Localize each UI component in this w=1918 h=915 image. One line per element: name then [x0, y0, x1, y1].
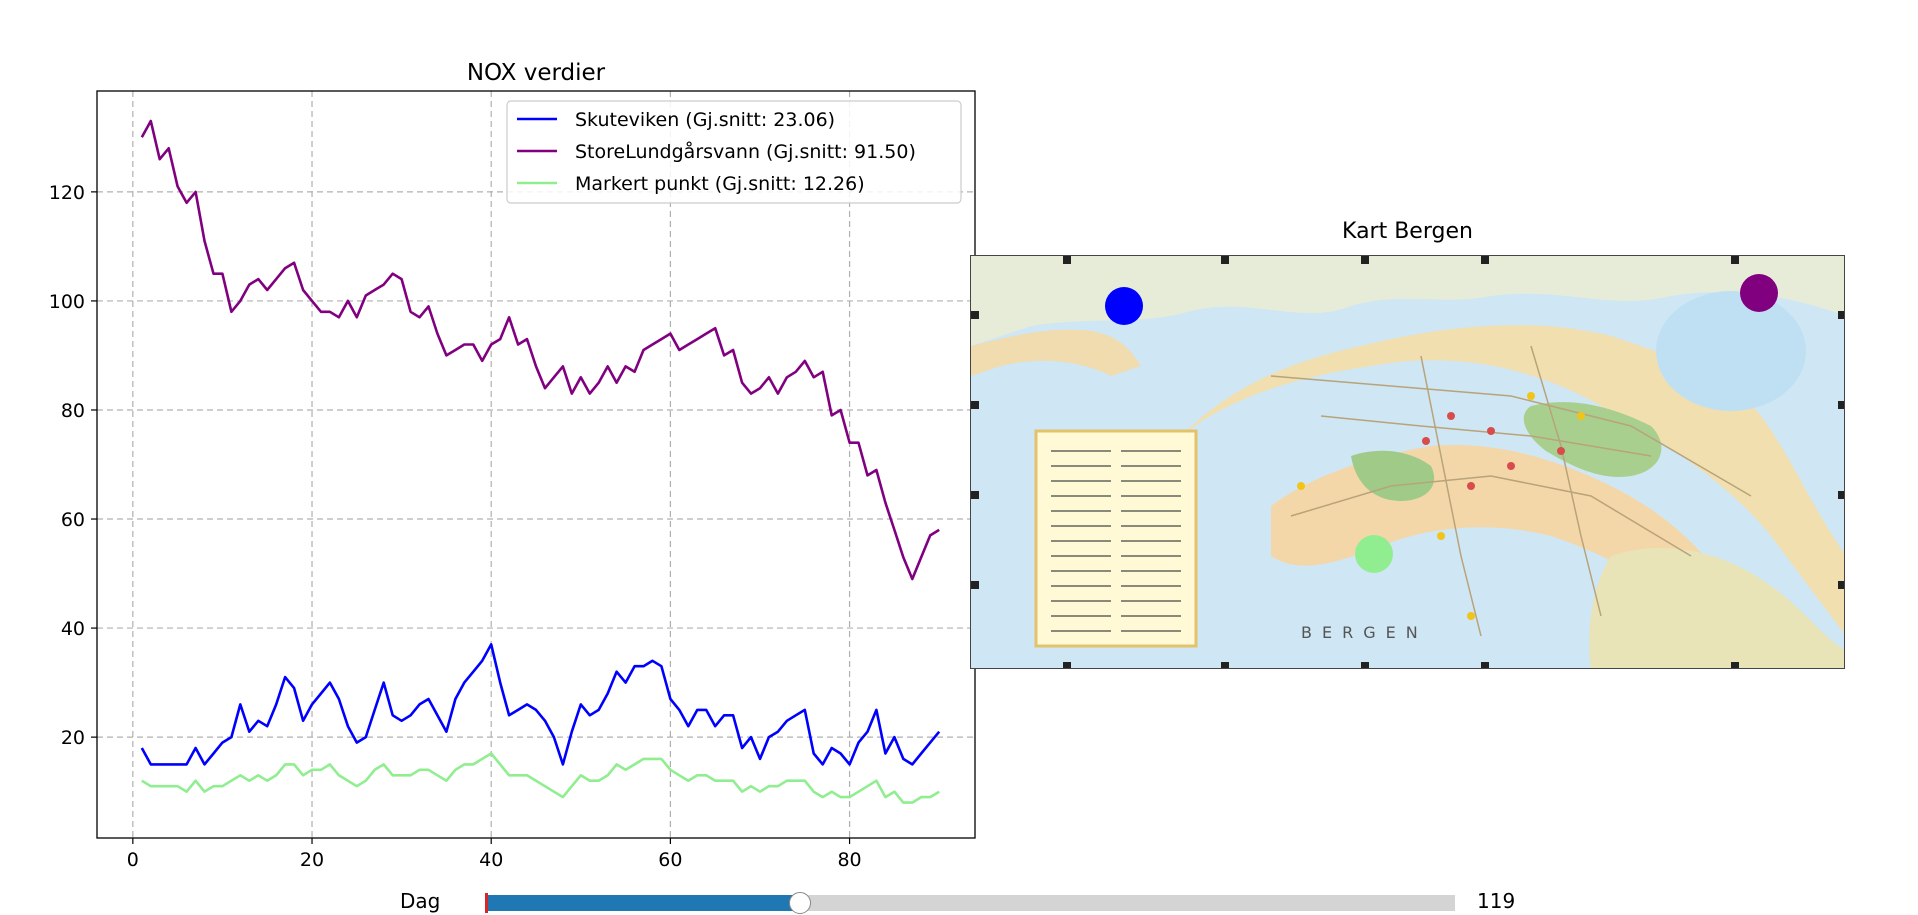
- day-slider-start-marker: [485, 893, 488, 913]
- bergen-map[interactable]: BERGEN: [970, 255, 1845, 669]
- slider-value: 119: [1477, 889, 1516, 913]
- map-image: BERGEN: [971, 256, 1844, 668]
- map-title: Kart Bergen: [1342, 219, 1473, 244]
- y-tick-label: 20: [61, 727, 85, 749]
- legend-label-3: Markert punkt (Gj.snitt: 12.26): [575, 173, 865, 195]
- x-tick-label: 60: [658, 849, 682, 871]
- day-slider-fill: [485, 895, 801, 911]
- y-tick-label: 120: [49, 182, 85, 204]
- map-marker-2[interactable]: [1739, 274, 1778, 313]
- x-tick-label: 20: [300, 849, 324, 871]
- chart-title: NOX verdier: [467, 60, 606, 86]
- y-tick-label: 60: [61, 509, 85, 531]
- legend-label-2: StoreLundgårsvann (Gj.snitt: 91.50): [575, 140, 916, 163]
- y-tick-label: 80: [61, 400, 85, 422]
- y-tick-label: 100: [49, 291, 85, 313]
- x-tick-label: 0: [127, 849, 139, 871]
- map-marker-3[interactable]: [1354, 535, 1393, 574]
- series-line-1: [140, 643, 941, 766]
- legend-label-1: Skuteviken (Gj.snitt: 23.06): [575, 109, 835, 131]
- y-tick-label: 40: [61, 618, 85, 640]
- map-city-label: BERGEN: [1301, 623, 1428, 642]
- nox-line-chart: 0 20 40 60 80 20 40 60 80 100 120 NOX verdier Skutev…: [49, 60, 976, 871]
- x-tick-label: 40: [479, 849, 503, 871]
- x-tick-label: 80: [837, 849, 861, 871]
- map-marker-1[interactable]: [1105, 286, 1144, 325]
- slider-label: Dag: [400, 889, 441, 913]
